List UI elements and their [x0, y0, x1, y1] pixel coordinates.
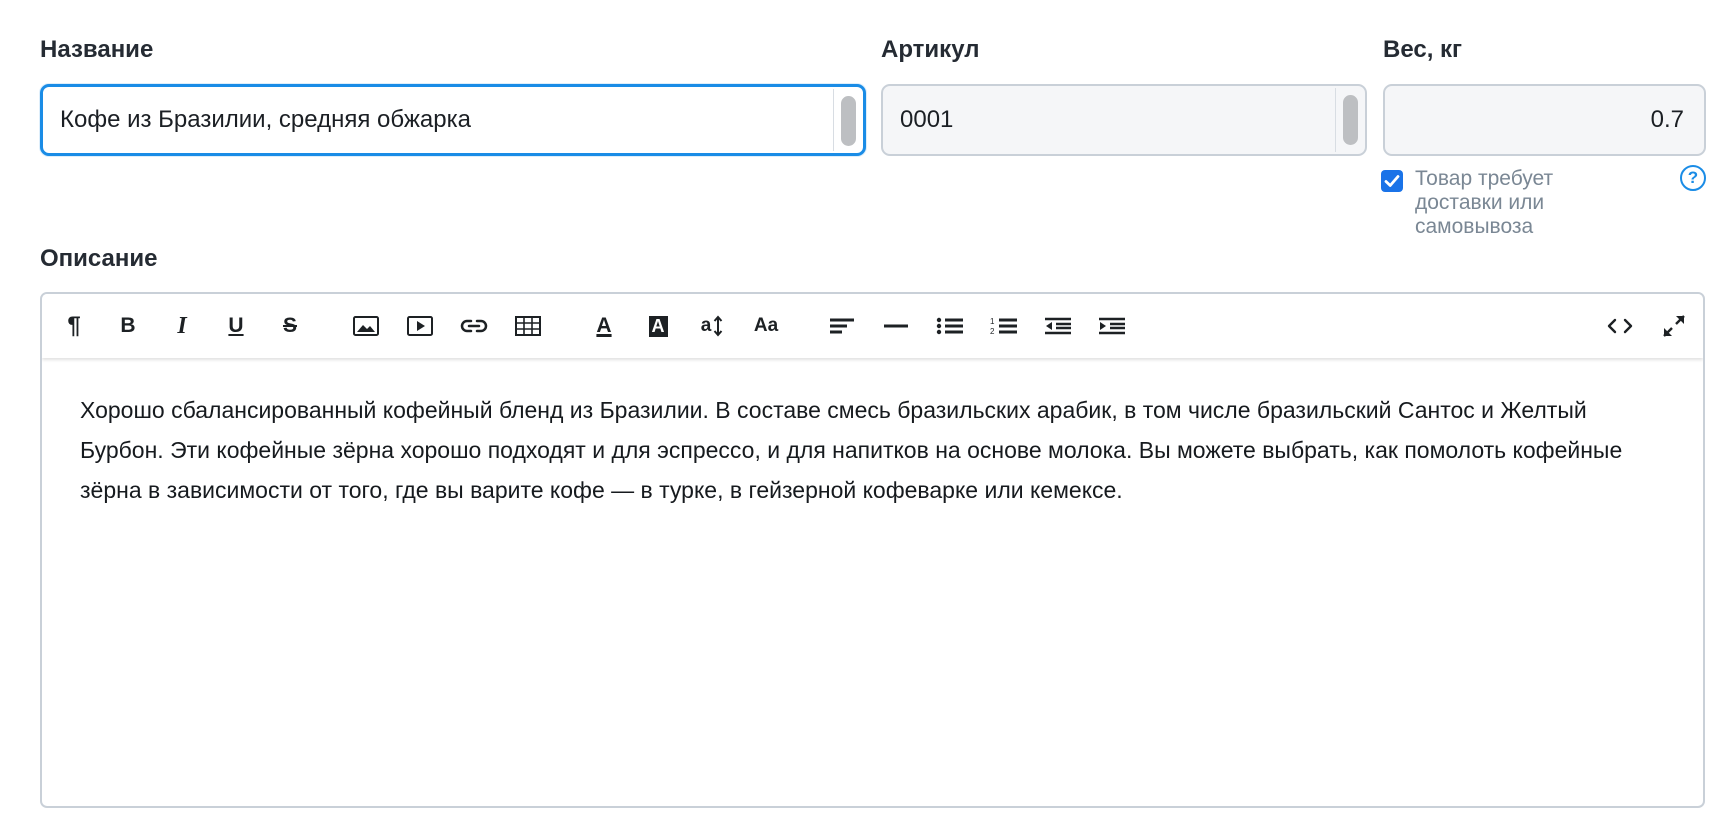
- bold-icon[interactable]: B: [110, 308, 146, 344]
- bulleted-list-icon[interactable]: [932, 308, 968, 344]
- scrollbar-thumb[interactable]: [841, 96, 856, 146]
- outdent-icon[interactable]: [1040, 308, 1076, 344]
- sku-input-scrollbar[interactable]: [1335, 88, 1365, 152]
- name-label: Название: [40, 36, 154, 63]
- svg-text:1: 1: [990, 317, 995, 326]
- underline-icon[interactable]: U: [218, 308, 254, 344]
- bg-color-glyph: A: [648, 315, 668, 337]
- description-content[interactable]: Хорошо сбалансированный кофейный бленд и…: [80, 390, 1673, 510]
- weight-input-value: 0.7: [1650, 106, 1684, 133]
- strikethrough-icon[interactable]: S: [272, 308, 308, 344]
- video-icon[interactable]: [402, 308, 438, 344]
- strike-glyph: S: [282, 314, 297, 337]
- numbered-list-icon[interactable]: 12: [986, 308, 1022, 344]
- scrollbar-thumb[interactable]: [1343, 95, 1358, 145]
- weight-label: Вес, кг: [1383, 36, 1463, 63]
- sku-input[interactable]: 0001: [881, 84, 1367, 156]
- link-icon[interactable]: [456, 308, 492, 344]
- shipping-checkbox-row[interactable]: Товар требует доставки или самовывоза: [1381, 167, 1615, 239]
- table-icon[interactable]: [510, 308, 546, 344]
- font-size-glyph: a: [700, 315, 712, 336]
- font-color-icon[interactable]: A: [586, 308, 622, 344]
- font-color-glyph: A: [596, 314, 612, 337]
- help-icon[interactable]: ?: [1680, 165, 1706, 191]
- italic-icon[interactable]: I: [164, 308, 200, 344]
- font-size-icon[interactable]: a: [694, 308, 730, 344]
- svg-text:2: 2: [990, 327, 995, 336]
- description-label: Описание: [40, 245, 158, 272]
- paragraph-icon[interactable]: ¶: [56, 308, 92, 344]
- background-color-icon[interactable]: A: [640, 308, 676, 344]
- shipping-checkbox[interactable]: [1381, 170, 1403, 192]
- shipping-checkbox-label[interactable]: Товар требует доставки или самовывоза: [1415, 167, 1615, 239]
- description-editor[interactable]: ¶ B I U S A A a Aa 1 2 Хорошо сбалансиро…: [40, 292, 1705, 808]
- horizontal-rule-icon[interactable]: [878, 308, 914, 344]
- sku-input-value: 0001: [900, 106, 954, 133]
- checkmark-icon: [1384, 175, 1400, 187]
- name-input-scrollbar[interactable]: [833, 89, 863, 151]
- name-input[interactable]: Кофе из Бразилии, средняя обжарка: [40, 84, 866, 156]
- weight-input[interactable]: 0.7: [1383, 84, 1706, 156]
- fullscreen-icon[interactable]: [1656, 308, 1692, 344]
- editor-toolbar: ¶ B I U S A A a Aa 1 2: [42, 294, 1703, 358]
- sku-label: Артикул: [881, 36, 980, 63]
- font-family-glyph: Aa: [753, 315, 779, 336]
- underline-glyph: U: [228, 314, 244, 337]
- paragraph-glyph: ¶: [67, 312, 81, 339]
- name-input-value: Кофе из Бразилии, средняя обжарка: [60, 106, 471, 133]
- align-icon[interactable]: [824, 308, 860, 344]
- font-family-icon[interactable]: Aa: [748, 308, 784, 344]
- code-view-icon[interactable]: [1602, 308, 1638, 344]
- italic-glyph: I: [177, 312, 187, 339]
- indent-icon[interactable]: [1094, 308, 1130, 344]
- bold-glyph: B: [120, 314, 136, 337]
- image-icon[interactable]: [348, 308, 384, 344]
